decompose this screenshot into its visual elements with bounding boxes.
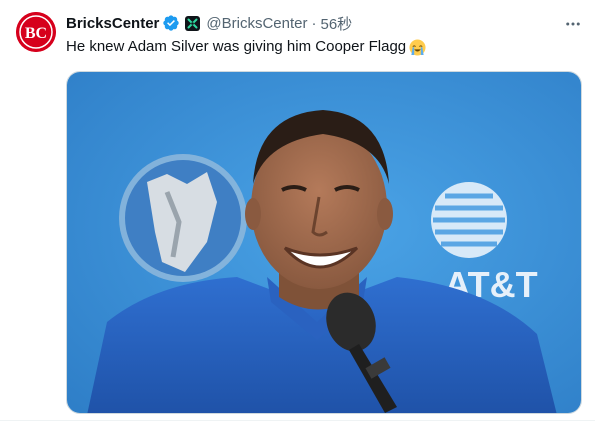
- affiliate-badge-icon[interactable]: [185, 15, 201, 31]
- more-options-icon: [566, 22, 580, 26]
- bricks-center-logo-icon: BC: [16, 12, 56, 52]
- separator-dot: ·: [311, 14, 317, 32]
- timestamp[interactable]: 56秒: [320, 13, 352, 34]
- display-name[interactable]: BricksCenter: [66, 15, 159, 32]
- tweet-image[interactable]: AT&T: [66, 71, 582, 414]
- avatar-text: BC: [25, 25, 47, 42]
- tweet-card[interactable]: BC BricksCenter @BricksCenter · 56秒 He k…: [0, 0, 595, 421]
- more-options-button[interactable]: [559, 10, 587, 38]
- tweet-header: BricksCenter @BricksCenter · 56秒: [66, 13, 352, 33]
- user-handle[interactable]: @BricksCenter: [206, 15, 307, 32]
- avatar[interactable]: BC: [16, 12, 56, 52]
- mavericks-logo-icon: [119, 154, 247, 282]
- tweet-text: He knew Adam Silver was giving him Coope…: [66, 37, 426, 57]
- att-globe-icon: [431, 182, 507, 258]
- tweet-body: He knew Adam Silver was giving him Coope…: [66, 38, 407, 55]
- loudly-crying-face-icon: [409, 38, 426, 56]
- verified-badge-icon: [162, 14, 180, 32]
